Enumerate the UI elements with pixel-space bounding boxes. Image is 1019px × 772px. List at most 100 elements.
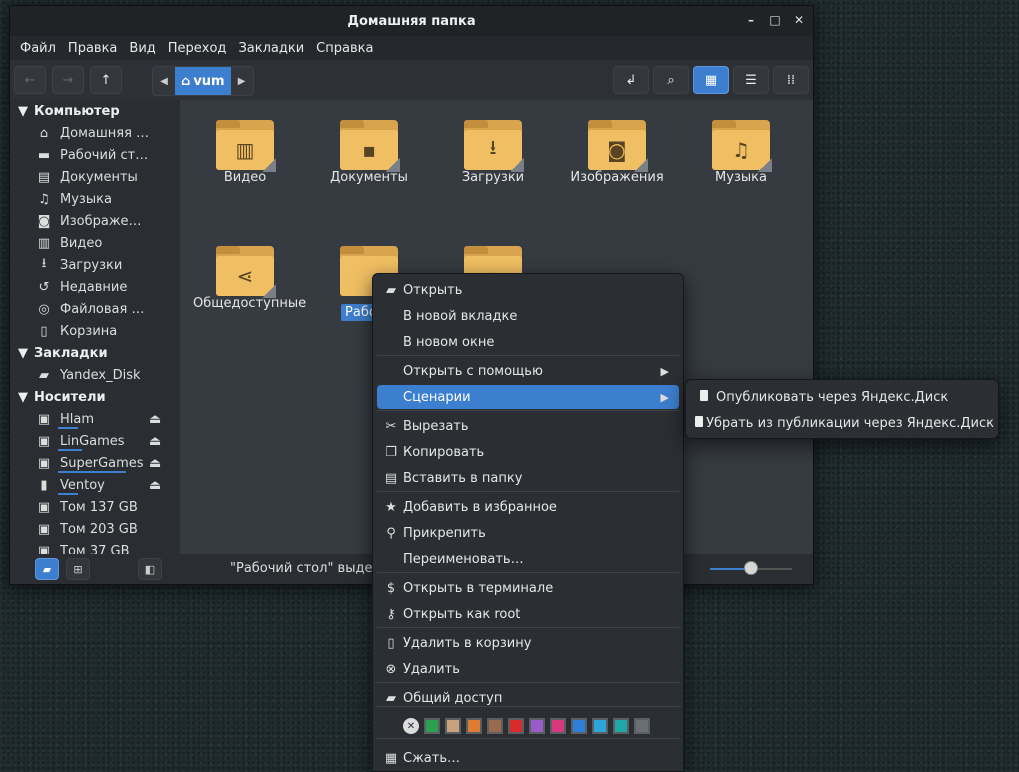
sidebar-section-header[interactable]: ▼ Закладки	[10, 342, 180, 364]
menu-go[interactable]: Переход	[162, 41, 233, 56]
clear-color-icon[interactable]: ✕	[403, 718, 419, 734]
folder-item[interactable]: ⭳ Загрузки	[441, 120, 545, 185]
sidebar-item[interactable]: ▣ Hlam ⏏	[10, 408, 180, 430]
sidebar-item[interactable]: ▣ Том 137 GB	[10, 496, 180, 518]
zoom-handle[interactable]	[744, 561, 758, 575]
color-swatch[interactable]	[445, 718, 461, 734]
color-swatch[interactable]	[634, 718, 650, 734]
context-menu-item[interactable]: Переименовать…	[377, 547, 679, 571]
context-menu-item[interactable]: ▰ Открыть	[377, 278, 679, 302]
context-menu-item[interactable]: ▤ Вставить в папку	[377, 466, 679, 490]
sidebar-item[interactable]: ⭳ Загрузки	[10, 254, 180, 276]
color-swatch[interactable]	[424, 718, 440, 734]
folder-item[interactable]: ▥ Видео	[193, 120, 297, 185]
sidebar-section-header[interactable]: ▼ Носители	[10, 386, 180, 408]
submenu-item-unpublish[interactable]: Убрать из публикации через Яндекс.Диск	[690, 411, 994, 435]
menu-bookmarks[interactable]: Закладки	[232, 41, 310, 56]
sidebar-item[interactable]: ▮ Ventoy ⏏	[10, 474, 180, 496]
folder-item[interactable]: ⋖ Общедоступные	[193, 246, 306, 311]
list-view-button[interactable]: ☰	[733, 66, 769, 94]
menu-view[interactable]: Вид	[123, 41, 161, 56]
tree-toggle-button[interactable]: ⊞	[66, 558, 90, 580]
folder-icon: ▥	[216, 120, 276, 172]
context-menu-item[interactable]: Открыть с помощью ▶	[377, 359, 679, 383]
zoom-slider[interactable]	[710, 561, 792, 575]
documents-icon: ▤	[37, 169, 51, 185]
minimize-icon[interactable]: –	[743, 12, 759, 28]
eject-icon[interactable]: ⏏	[149, 478, 161, 493]
sidebar-item[interactable]: ▯ Корзина	[10, 320, 180, 342]
sidebar-item[interactable]: ▤ Документы	[10, 166, 180, 188]
color-swatch[interactable]	[487, 718, 503, 734]
menu-separator	[377, 627, 679, 628]
context-menu-item[interactable]: ⊗ Удалить	[377, 657, 679, 681]
color-swatch[interactable]	[592, 718, 608, 734]
breadcrumb-home[interactable]: ⌂ vum	[175, 67, 231, 95]
eject-icon[interactable]: ⏏	[149, 412, 161, 427]
compact-view-button[interactable]: ⁞⁞	[773, 66, 809, 94]
context-menu-item[interactable]: В новом окне	[377, 330, 679, 354]
sidebar-item[interactable]: ▬ Рабочий ст…	[10, 144, 180, 166]
sidebar-item[interactable]: ▣ Том 37 GB	[10, 540, 180, 555]
eject-icon[interactable]: ⏏	[149, 456, 161, 471]
context-menu-item[interactable]: ❐ Копировать	[377, 440, 679, 464]
title-bar[interactable]: Домашняя папка – □ ✕	[10, 6, 813, 36]
sidebar-item[interactable]: ▣ LinGames ⏏	[10, 430, 180, 452]
color-tags: ✕	[403, 718, 650, 734]
breadcrumb: ◀ ⌂ vum ▶	[152, 66, 254, 96]
sidebar-item-label: Документы	[60, 169, 138, 185]
sidebar-item-label: Музыка	[60, 191, 112, 207]
color-swatch[interactable]	[466, 718, 482, 734]
sidebar-item[interactable]: ⌂ Домашняя …	[10, 122, 180, 144]
search-button[interactable]: ⌕	[653, 66, 689, 94]
context-menu-item[interactable]: $ Открыть в терминале	[377, 576, 679, 600]
context-menu-item[interactable]: ★ Добавить в избранное	[377, 495, 679, 519]
folder-item[interactable]: ♫ Музыка	[689, 120, 793, 185]
folder-item[interactable]: ◙ Изображения	[565, 120, 669, 185]
menu-help[interactable]: Справка	[310, 41, 379, 56]
folder-item[interactable]: ▪ Документы	[317, 120, 421, 185]
color-swatch[interactable]	[613, 718, 629, 734]
breadcrumb-right-button[interactable]: ▶	[230, 67, 253, 95]
sidebar-item[interactable]: ↺ Недавние	[10, 276, 180, 298]
sidebar: ▼ Компьютер ⌂ Домашняя … ▬ Рабочий ст… ▤ Докуме…	[10, 100, 180, 554]
sidebar-item[interactable]: ▰ Yandex_Disk	[10, 364, 180, 386]
places-toggle-button[interactable]: ▰	[35, 558, 59, 580]
sidebar-section-header[interactable]: ▼ Компьютер	[10, 100, 180, 122]
menu-file[interactable]: Файл	[14, 41, 62, 56]
color-swatch[interactable]	[571, 718, 587, 734]
sidebar-item[interactable]: ▣ Том 203 GB	[10, 518, 180, 540]
hide-sidebar-button[interactable]: ◧	[138, 558, 162, 580]
context-menu-item[interactable]: ✂ Вырезать	[377, 414, 679, 438]
menu-edit[interactable]: Правка	[62, 41, 123, 56]
eject-icon[interactable]: ⏏	[149, 434, 161, 449]
sidebar-item[interactable]: ▣ SuperGames ⏏	[10, 452, 180, 474]
forward-button[interactable]: →	[52, 66, 84, 94]
icon-view-button[interactable]: ▦	[693, 66, 729, 94]
context-menu-item[interactable]: ⚷ Открыть как root	[377, 602, 679, 626]
breadcrumb-left-button[interactable]: ◀	[153, 67, 175, 95]
up-button[interactable]: ↑	[90, 66, 122, 94]
drive-icon: ▣	[37, 433, 51, 449]
color-swatch[interactable]	[550, 718, 566, 734]
context-menu-item[interactable]: ⚲ Прикрепить	[377, 521, 679, 545]
arrow-up-icon: ↑	[100, 72, 112, 88]
context-menu-item[interactable]: Сценарии ▶	[377, 385, 679, 409]
context-menu-item[interactable]: ▯ Удалить в корзину	[377, 631, 679, 655]
sidebar-item[interactable]: ▥ Видео	[10, 232, 180, 254]
toggle-location-button[interactable]: ↲	[613, 66, 649, 94]
music-icon: ♫	[38, 191, 50, 207]
sidebar-item[interactable]: ♫ Музыка	[10, 188, 180, 210]
context-menu-item[interactable]: ▰ Общий доступ	[377, 686, 679, 710]
maximize-icon[interactable]: □	[767, 12, 783, 28]
sidebar-item[interactable]: ◙ Изображе…	[10, 210, 180, 232]
back-button[interactable]: ←	[14, 66, 46, 94]
trash-icon: ▯	[40, 323, 48, 339]
sidebar-item[interactable]: ◎ Файловая …	[10, 298, 180, 320]
context-menu-item[interactable]: ▦ Сжать…	[377, 746, 679, 770]
submenu-item-publish[interactable]: Опубликовать через Яндекс.Диск	[690, 385, 994, 409]
color-swatch[interactable]	[508, 718, 524, 734]
color-swatch[interactable]	[529, 718, 545, 734]
context-menu-item[interactable]: В новой вкладке	[377, 304, 679, 328]
close-icon[interactable]: ✕	[791, 12, 807, 28]
